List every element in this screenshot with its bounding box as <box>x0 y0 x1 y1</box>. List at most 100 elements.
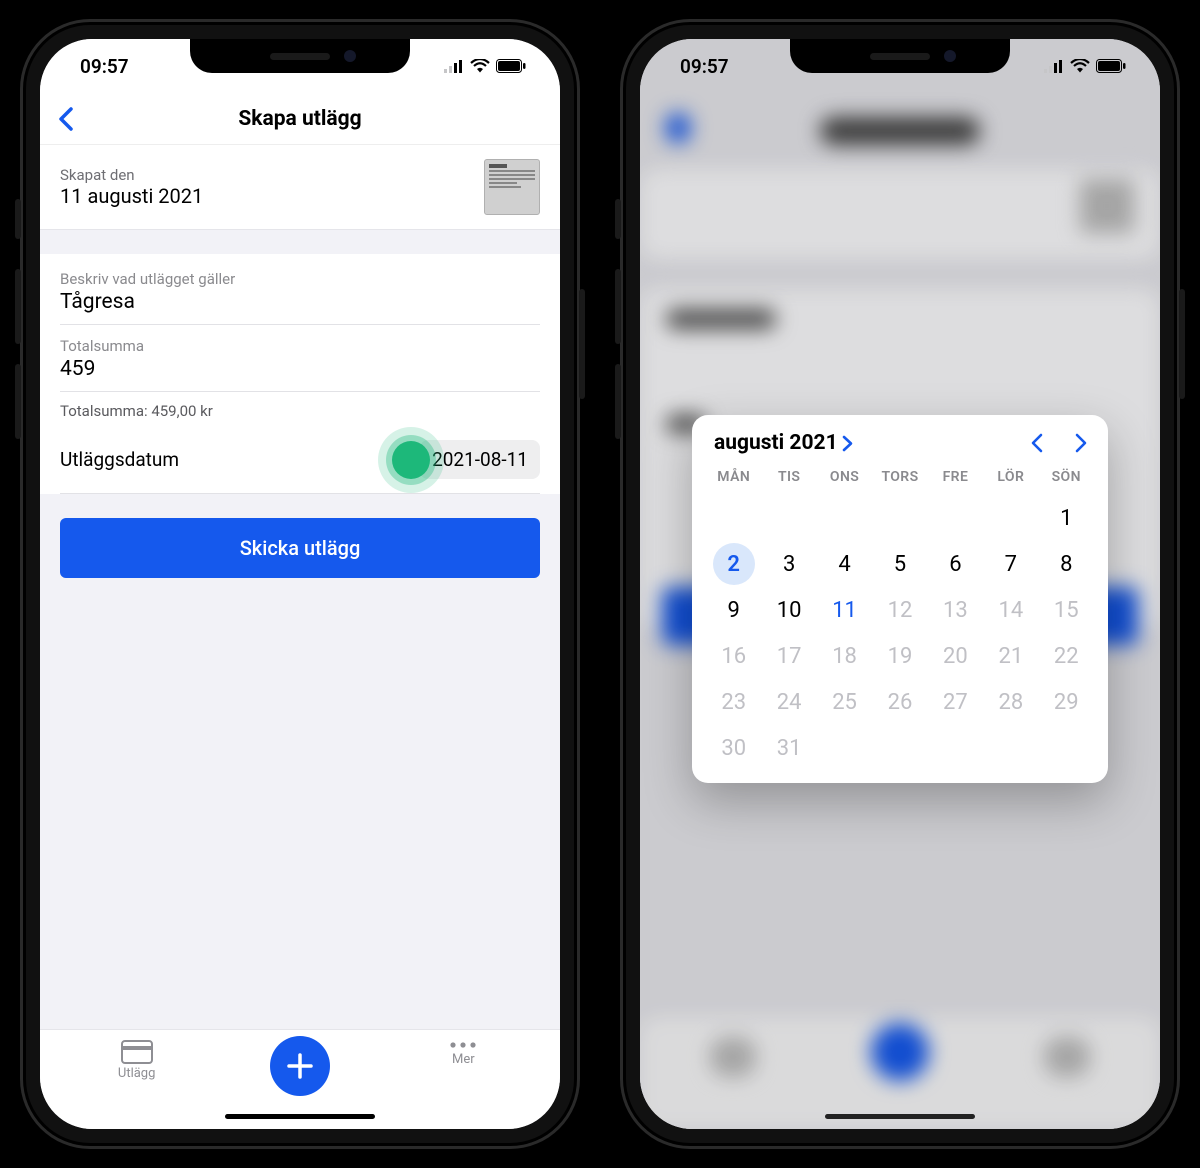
day-cell: 25 <box>817 679 872 725</box>
day-cell: 18 <box>817 633 872 679</box>
tab-bar: Utlägg Mer <box>40 1029 560 1129</box>
weekday-label: TORS <box>872 465 927 495</box>
day-cell[interactable]: 11 <box>817 587 872 633</box>
screen-right: 09:57 augusti 2021 <box>640 39 1160 1129</box>
volume-up-button <box>615 269 621 344</box>
phone-frame-left: 09:57 Skapa utlägg Skapat den 11 augusti… <box>20 19 580 1149</box>
wifi-icon <box>470 59 490 73</box>
next-month-button[interactable] <box>1075 433 1088 453</box>
nav-bar: Skapa utlägg <box>40 93 560 145</box>
day-cell[interactable]: 10 <box>761 587 816 633</box>
notch <box>190 39 410 73</box>
weekday-label: TIS <box>761 465 816 495</box>
day-cell[interactable]: 4 <box>817 541 872 587</box>
back-button[interactable] <box>58 107 74 131</box>
total-label: Totalsumma <box>60 337 540 355</box>
page-title: Skapa utlägg <box>238 107 361 131</box>
day-cell: 19 <box>872 633 927 679</box>
total-field[interactable]: Totalsumma 459 <box>60 325 540 392</box>
day-cell: 17 <box>761 633 816 679</box>
day-cell[interactable]: 9 <box>706 587 761 633</box>
plus-icon <box>286 1052 314 1080</box>
notch <box>790 39 1010 73</box>
mute-switch <box>15 199 21 239</box>
weekday-label: MÅN <box>706 465 761 495</box>
volume-down-button <box>615 364 621 439</box>
submit-button[interactable]: Skicka utlägg <box>60 518 540 578</box>
tab-expenses[interactable]: Utlägg <box>77 1040 197 1081</box>
picker-month-button[interactable]: augusti 2021 <box>714 431 853 455</box>
battery-icon <box>1096 59 1126 73</box>
created-value: 11 augusti 2021 <box>60 184 203 208</box>
picker-title: augusti 2021 <box>714 431 838 455</box>
day-cell[interactable]: 5 <box>872 541 927 587</box>
day-cell[interactable]: 3 <box>761 541 816 587</box>
days-grid: 1234567891011121314151617181920212223242… <box>706 495 1094 771</box>
day-cell: 21 <box>983 633 1038 679</box>
day-empty <box>872 495 927 541</box>
day-cell[interactable]: 1 <box>1039 495 1094 541</box>
weekday-label: SÖN <box>1039 465 1094 495</box>
card-icon <box>121 1040 153 1064</box>
dots-icon <box>448 1040 478 1050</box>
day-cell: 23 <box>706 679 761 725</box>
tab-more-label: Mer <box>452 1052 475 1067</box>
date-row[interactable]: Utläggsdatum 2021-08-11 <box>60 426 540 494</box>
home-indicator[interactable] <box>225 1114 375 1119</box>
date-value[interactable]: 2021-08-11 <box>420 440 540 479</box>
description-value: Tågresa <box>60 290 540 314</box>
day-cell[interactable]: 8 <box>1039 541 1094 587</box>
total-value: 459 <box>60 357 540 381</box>
power-button <box>1179 289 1185 399</box>
created-row: Skapat den 11 augusti 2021 <box>40 145 560 230</box>
day-cell: 12 <box>872 587 927 633</box>
day-cell[interactable]: 6 <box>928 541 983 587</box>
day-cell: 22 <box>1039 633 1094 679</box>
status-time: 09:57 <box>680 55 729 78</box>
status-time: 09:57 <box>80 55 129 78</box>
chevron-right-icon <box>842 435 853 452</box>
day-empty <box>983 495 1038 541</box>
day-cell: 16 <box>706 633 761 679</box>
volume-up-button <box>15 269 21 344</box>
battery-icon <box>496 59 526 73</box>
day-cell[interactable]: 7 <box>983 541 1038 587</box>
cellular-icon <box>1044 60 1064 73</box>
day-cell: 15 <box>1039 587 1094 633</box>
description-field[interactable]: Beskriv vad utlägget gäller Tågresa <box>60 258 540 325</box>
home-indicator[interactable] <box>825 1114 975 1119</box>
day-cell: 13 <box>928 587 983 633</box>
day-cell: 30 <box>706 725 761 771</box>
date-picker: augusti 2021 MÅNTISONSTORSFRELÖRSÖN 1234… <box>692 415 1108 783</box>
total-helper: Totalsumma: 459,00 kr <box>60 392 540 426</box>
chevron-right-icon <box>1075 433 1088 453</box>
day-cell: 28 <box>983 679 1038 725</box>
receipt-thumbnail[interactable] <box>484 159 540 215</box>
day-cell: 29 <box>1039 679 1094 725</box>
created-label: Skapat den <box>60 166 203 184</box>
day-cell: 27 <box>928 679 983 725</box>
chevron-left-icon <box>1030 433 1043 453</box>
prev-month-button[interactable] <box>1030 433 1043 453</box>
date-label: Utläggsdatum <box>60 448 179 471</box>
wifi-icon <box>1070 59 1090 73</box>
add-button[interactable] <box>270 1036 330 1096</box>
day-cell[interactable]: 2 <box>706 541 761 587</box>
day-empty <box>928 495 983 541</box>
cellular-icon <box>444 60 464 73</box>
mute-switch <box>615 199 621 239</box>
weekday-label: ONS <box>817 465 872 495</box>
volume-down-button <box>15 364 21 439</box>
form: Beskriv vad utlägget gäller Tågresa Tota… <box>40 254 560 494</box>
tab-more[interactable]: Mer <box>403 1040 523 1067</box>
day-cell: 31 <box>761 725 816 771</box>
day-cell: 26 <box>872 679 927 725</box>
day-cell: 14 <box>983 587 1038 633</box>
day-empty <box>706 495 761 541</box>
weekday-label: LÖR <box>983 465 1038 495</box>
weekday-label: FRE <box>928 465 983 495</box>
day-empty <box>817 495 872 541</box>
power-button <box>579 289 585 399</box>
description-label: Beskriv vad utlägget gäller <box>60 270 540 288</box>
screen-left: 09:57 Skapa utlägg Skapat den 11 augusti… <box>40 39 560 1129</box>
